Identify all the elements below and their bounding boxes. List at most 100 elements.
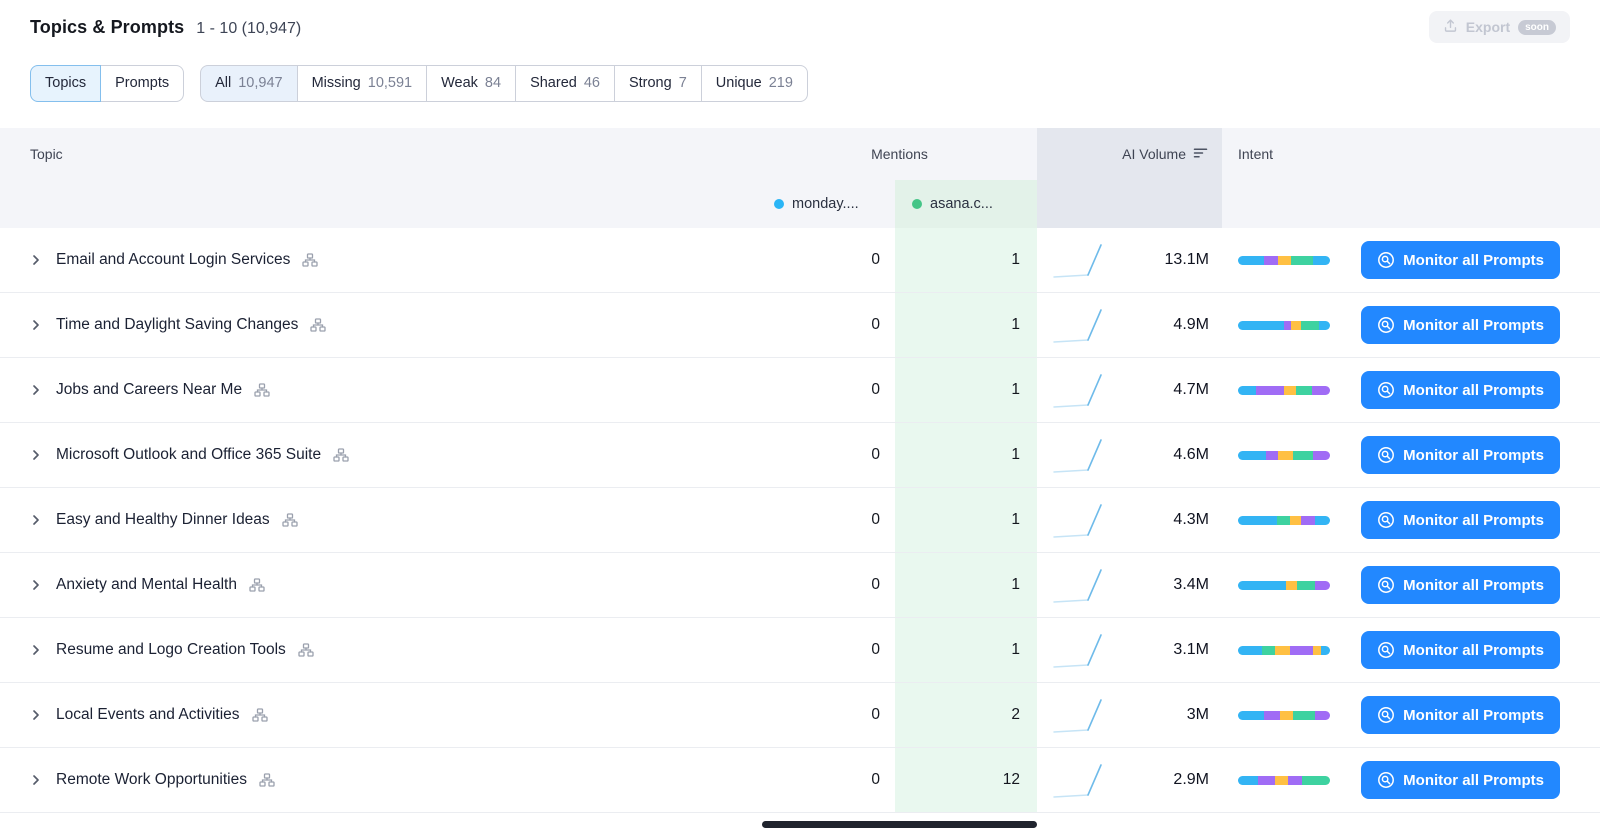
mentions-asana-cell: 1 [895, 358, 1037, 422]
monitor-search-icon [1377, 446, 1395, 464]
mentions-monday-cell: 0 [871, 251, 880, 268]
filter-all[interactable]: All 10,947 [200, 64, 298, 102]
tab-topics[interactable]: Topics [30, 64, 102, 102]
intent-segment [1280, 710, 1294, 720]
monitor-all-prompts-button[interactable]: Monitor all Prompts [1361, 631, 1560, 669]
monitor-search-icon [1377, 706, 1395, 724]
expand-chevron-icon[interactable] [30, 709, 42, 721]
subtopics-icon[interactable] [259, 773, 275, 787]
filter-label: Shared [530, 75, 577, 91]
monitor-button-label: Monitor all Prompts [1403, 511, 1544, 529]
intent-segment [1256, 385, 1284, 395]
monitor-all-prompts-button[interactable]: Monitor all Prompts [1361, 761, 1560, 799]
topic-name: Time and Daylight Saving Changes [56, 316, 299, 333]
intent-segment [1238, 515, 1277, 525]
subtopics-icon[interactable] [282, 513, 298, 527]
expand-chevron-icon[interactable] [30, 449, 42, 461]
filter-label: Unique [715, 75, 762, 91]
top-bar: Topics & Prompts 1 - 10 (10,947) Export … [0, 0, 1600, 44]
subtopics-icon[interactable] [298, 643, 314, 657]
tab-prompts[interactable]: Prompts [100, 64, 185, 102]
status-filter: All 10,947 Missing 10,591 Weak 84 Shared… [200, 64, 808, 102]
intent-segment [1238, 255, 1264, 265]
mentions-asana-cell: 12 [895, 748, 1037, 812]
subtopics-icon[interactable] [251, 708, 268, 722]
intent-cell: Monitor all Prompts [1222, 618, 1600, 682]
subtopics-icon[interactable] [254, 383, 270, 397]
monitor-button-label: Monitor all Prompts [1403, 771, 1544, 789]
ai-volume-value: 4.9M [1173, 316, 1209, 333]
expand-chevron-icon[interactable] [30, 384, 42, 396]
intent-cell: Monitor all Prompts [1222, 683, 1600, 747]
subtopics-icon[interactable] [302, 253, 319, 267]
intent-cell: Monitor all Prompts [1222, 488, 1600, 552]
intent-segment [1300, 320, 1319, 330]
sort-descending-icon[interactable] [1193, 146, 1208, 162]
asana-dot-icon [912, 199, 922, 209]
intent-bar [1238, 515, 1330, 525]
expand-chevron-icon[interactable] [30, 254, 42, 266]
intent-segment [1238, 710, 1264, 720]
monitor-all-prompts-button[interactable]: Monitor all Prompts [1361, 696, 1560, 734]
table-row: Remote Work Opportunities 0 12 2.9M Moni… [0, 748, 1600, 813]
mentions-monday-cell: 0 [871, 381, 880, 398]
filter-strong[interactable]: Strong 7 [613, 64, 702, 102]
intent-segment [1263, 255, 1278, 265]
filter-count: 219 [768, 75, 793, 91]
topics-prompts-page: Topics & Prompts 1 - 10 (10,947) Export … [0, 0, 1600, 830]
topic-name: Anxiety and Mental Health [56, 576, 237, 593]
table-header: Topic Mentions AI Volume Intent monday.. [0, 128, 1600, 228]
ai-volume-cell: 3.1M [1037, 618, 1222, 682]
filter-unique[interactable]: Unique 219 [700, 64, 808, 102]
export-icon [1443, 18, 1458, 36]
ai-volume-column-header[interactable]: AI Volume [1037, 128, 1222, 180]
topic-cell: Easy and Healthy Dinner Ideas [0, 488, 762, 552]
monitor-search-icon [1377, 511, 1395, 529]
filter-weak[interactable]: Weak 84 [426, 64, 517, 102]
ai-volume-cell: 3M [1037, 683, 1222, 747]
soon-badge: soon [1518, 19, 1556, 35]
monitor-all-prompts-button[interactable]: Monitor all Prompts [1361, 566, 1560, 604]
expand-chevron-icon[interactable] [30, 319, 42, 331]
ai-volume-value: 4.6M [1173, 446, 1209, 463]
subtopics-icon[interactable] [249, 578, 265, 592]
domain-column-monday[interactable]: monday.... [762, 180, 895, 228]
monitor-all-prompts-button[interactable]: Monitor all Prompts [1361, 371, 1560, 409]
expand-chevron-icon[interactable] [30, 644, 42, 656]
topic-cell: Jobs and Careers Near Me [0, 358, 762, 422]
ai-volume-sparkline [1051, 499, 1109, 541]
monitor-all-prompts-button[interactable]: Monitor all Prompts [1361, 241, 1560, 279]
monitor-button-label: Monitor all Prompts [1403, 706, 1544, 724]
expand-chevron-icon[interactable] [30, 774, 42, 786]
domain-column-asana[interactable]: asana.c... [895, 180, 1037, 228]
monitor-all-prompts-button[interactable]: Monitor all Prompts [1361, 501, 1560, 539]
intent-column-header: Intent [1238, 146, 1274, 162]
monitor-all-prompts-button[interactable]: Monitor all Prompts [1361, 306, 1560, 344]
filter-label: Missing [311, 75, 361, 91]
horizontal-scrollbar-thumb[interactable] [762, 821, 1037, 828]
intent-segment [1315, 580, 1330, 590]
ai-volume-sparkline [1051, 694, 1109, 736]
filter-count: 10,947 [238, 75, 283, 91]
monitor-search-icon [1377, 771, 1395, 789]
intent-bar [1238, 645, 1330, 655]
intent-segment [1238, 645, 1262, 655]
filter-missing[interactable]: Missing 10,591 [296, 64, 428, 102]
table-body: Email and Account Login Services 0 1 13.… [0, 228, 1600, 813]
intent-bar [1238, 385, 1330, 395]
monitor-all-prompts-button[interactable]: Monitor all Prompts [1361, 436, 1560, 474]
expand-chevron-icon[interactable] [30, 514, 42, 526]
ai-volume-cell: 2.9M [1037, 748, 1222, 812]
mentions-asana-cell: 1 [895, 553, 1037, 617]
subtopics-icon[interactable] [310, 318, 327, 332]
monitor-search-icon [1377, 251, 1395, 269]
intent-segment [1278, 450, 1294, 460]
export-button[interactable]: Export soon [1428, 11, 1570, 43]
filter-shared[interactable]: Shared 46 [515, 64, 615, 102]
subtopics-icon[interactable] [333, 448, 349, 462]
intent-segment [1313, 645, 1321, 655]
ai-volume-sparkline [1051, 629, 1109, 671]
ai-volume-subheader [1037, 180, 1222, 228]
table-row: Jobs and Careers Near Me 0 1 4.7M Monito… [0, 358, 1600, 423]
expand-chevron-icon[interactable] [30, 579, 42, 591]
